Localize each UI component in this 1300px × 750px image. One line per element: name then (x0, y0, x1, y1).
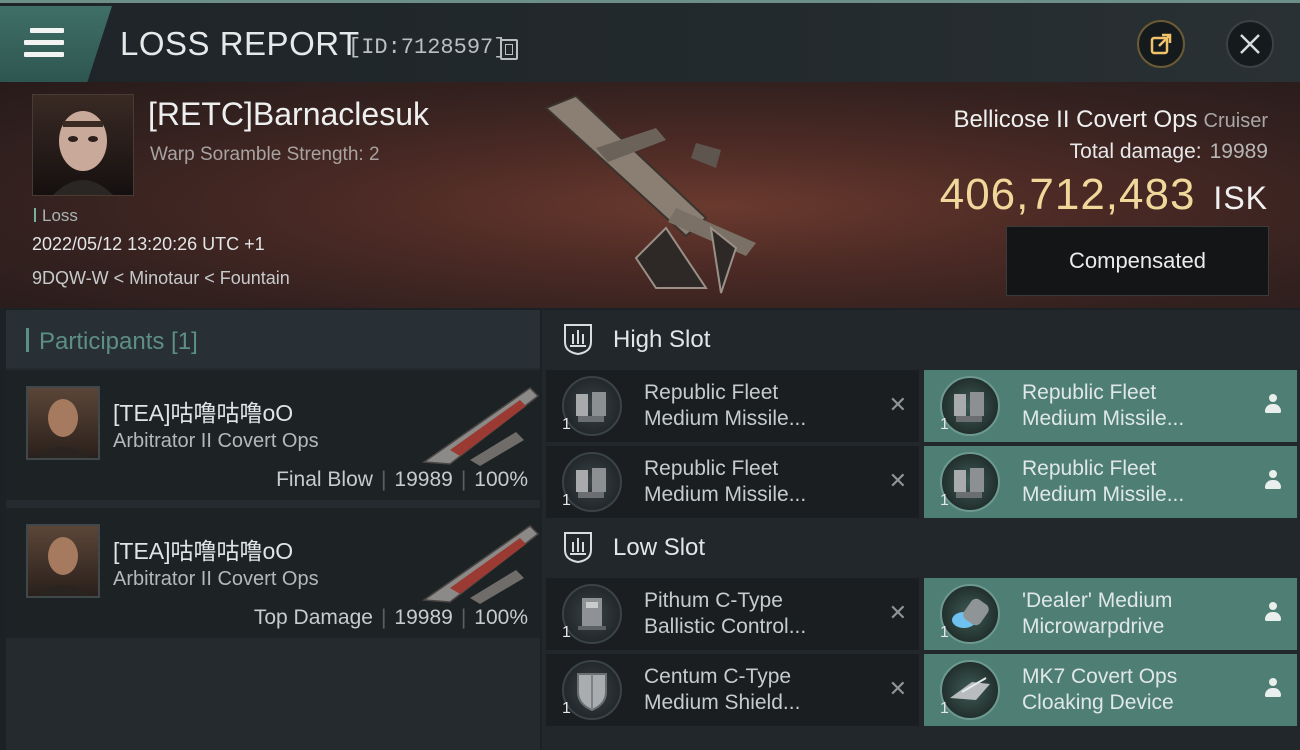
module-item[interactable]: 1 Republic Fleet Medium Missile... (924, 446, 1297, 518)
low-slot-title: Low Slot (613, 534, 706, 561)
participant-avatar[interactable] (26, 386, 100, 460)
destroyed-icon: ✕ (888, 468, 907, 493)
module-name: 'Dealer' Medium Microwarpdrive (1022, 589, 1173, 638)
missile-launcher-icon (562, 452, 622, 512)
dropped-person-icon (1265, 394, 1281, 414)
participants-title: Participants [1] (26, 328, 198, 356)
module-item[interactable]: 1 Republic Fleet Medium Missile... ✕ (546, 370, 919, 442)
module-name: Republic Fleet Medium Missile... (1022, 381, 1185, 430)
module-name: Centum C-Type Medium Shield... (644, 665, 801, 714)
share-button[interactable] (1137, 20, 1185, 68)
participant-percent: 100% (474, 468, 528, 491)
participant-ship: Arbitrator II Covert Ops (113, 430, 319, 452)
participant-damage: 19989 (394, 606, 453, 629)
module-item[interactable]: 1 MK7 Covert Ops Cloaking Device (924, 654, 1297, 726)
cloaking-device-icon (940, 660, 1000, 720)
dropped-person-icon (1265, 470, 1281, 490)
module-quantity: 1 (562, 492, 571, 509)
microwarpdrive-icon (940, 584, 1000, 644)
module-item[interactable]: 1 Centum C-Type Medium Shield... ✕ (546, 654, 919, 726)
participant-role: Top Damage (253, 606, 373, 629)
module-quantity: 1 (562, 700, 571, 717)
module-quantity: 1 (940, 624, 949, 641)
menu-button[interactable] (0, 6, 112, 82)
loss-tag: Loss (34, 206, 78, 226)
participant-stats: Top Damage | 19989 | 100% (253, 606, 528, 629)
high-slot-header: High Slot (542, 310, 1300, 370)
hamburger-menu-icon (24, 28, 64, 60)
participant-name[interactable]: [TEA]咕噜咕噜oO (113, 394, 293, 428)
participant-row[interactable]: [TEA]咕噜咕噜oO Arbitrator II Covert Ops Top… (6, 508, 540, 642)
module-name: Republic Fleet Medium Missile... (1022, 457, 1185, 506)
dropped-person-icon (1265, 602, 1281, 622)
module-name: Republic Fleet Medium Missile... (644, 381, 807, 430)
missile-launcher-icon (940, 376, 1000, 436)
module-quantity: 1 (940, 492, 949, 509)
victim-ship-image[interactable] (536, 88, 776, 298)
report-id: [ID:7128597] (348, 35, 507, 60)
low-slot-icon (564, 532, 592, 564)
participant-ship-image (421, 387, 540, 466)
participant-name[interactable]: [TEA]咕噜咕噜oO (113, 532, 293, 566)
victim-ship-class: Cruiser (1203, 110, 1268, 132)
module-name: MK7 Covert Ops Cloaking Device (1022, 665, 1178, 714)
loss-date: 2022/05/12 13:20:26 UTC +1 (32, 234, 265, 254)
low-slot-header: Low Slot (542, 518, 1300, 578)
module-item[interactable]: 1 Pithum C-Type Ballistic Control... ✕ (546, 578, 919, 650)
victim-name[interactable]: [RETC]Barnaclesuk (148, 96, 429, 133)
close-icon (1240, 34, 1260, 54)
total-damage-label: Total damage: (1069, 140, 1202, 163)
shield-icon (562, 660, 622, 720)
victim-ship-name: Bellicose II Covert Ops (953, 106, 1198, 133)
participant-row[interactable]: [TEA]咕噜咕噜oO Arbitrator II Covert Ops Fin… (6, 370, 540, 504)
victim-avatar[interactable] (32, 94, 134, 196)
isk-value: 406,712,483 ISK (940, 170, 1268, 220)
victim-summary: [RETC]Barnaclesuk Warp Soramble Strength… (0, 82, 1300, 308)
module-quantity: 1 (940, 700, 949, 717)
top-bar: LOSS REPORT [ID:7128597] (0, 0, 1300, 82)
share-icon (1150, 33, 1172, 55)
module-item[interactable]: 1 'Dealer' Medium Microwarpdrive (924, 578, 1297, 650)
participant-percent: 100% (474, 606, 528, 629)
high-slot-icon (564, 324, 592, 356)
module-name: Pithum C-Type Ballistic Control... (644, 589, 807, 638)
participant-avatar[interactable] (26, 524, 100, 598)
high-slot-title: High Slot (613, 326, 711, 353)
module-item[interactable]: 1 Republic Fleet Medium Missile... ✕ (546, 446, 919, 518)
module-quantity: 1 (562, 624, 571, 641)
participant-role: Final Blow (276, 468, 373, 491)
isk-unit: ISK (1213, 180, 1268, 216)
missile-launcher-icon (940, 452, 1000, 512)
participant-ship: Arbitrator II Covert Ops (113, 568, 319, 590)
participant-ship-image (421, 525, 540, 604)
destroyed-icon: ✕ (888, 392, 907, 417)
victim-ship[interactable]: Bellicose II Covert Ops Cruiser (953, 106, 1268, 134)
module-quantity: 1 (940, 416, 949, 433)
module-quantity: 1 (562, 416, 571, 433)
participant-stats: Final Blow | 19989 | 100% (276, 468, 528, 491)
isk-amount: 406,712,483 (939, 170, 1196, 219)
ballistic-control-icon (562, 584, 622, 644)
total-damage-value: 19989 (1209, 140, 1268, 163)
destroyed-icon: ✕ (888, 676, 907, 701)
warp-scramble-strength: Warp Soramble Strength: 2 (150, 144, 380, 165)
module-name: Republic Fleet Medium Missile... (644, 457, 807, 506)
module-item[interactable]: 1 Republic Fleet Medium Missile... (924, 370, 1297, 442)
participant-damage: 19989 (394, 468, 453, 491)
compensated-button[interactable]: Compensated (1006, 226, 1269, 296)
loss-location[interactable]: 9DQW-W < Minotaur < Fountain (32, 268, 290, 289)
missile-launcher-icon (562, 376, 622, 436)
dropped-person-icon (1265, 678, 1281, 698)
close-button[interactable] (1226, 20, 1274, 68)
page-title: LOSS REPORT (120, 25, 360, 62)
copy-icon[interactable] (500, 39, 518, 60)
total-damage: Total damage: 19989 (1070, 140, 1268, 164)
destroyed-icon: ✕ (888, 600, 907, 625)
